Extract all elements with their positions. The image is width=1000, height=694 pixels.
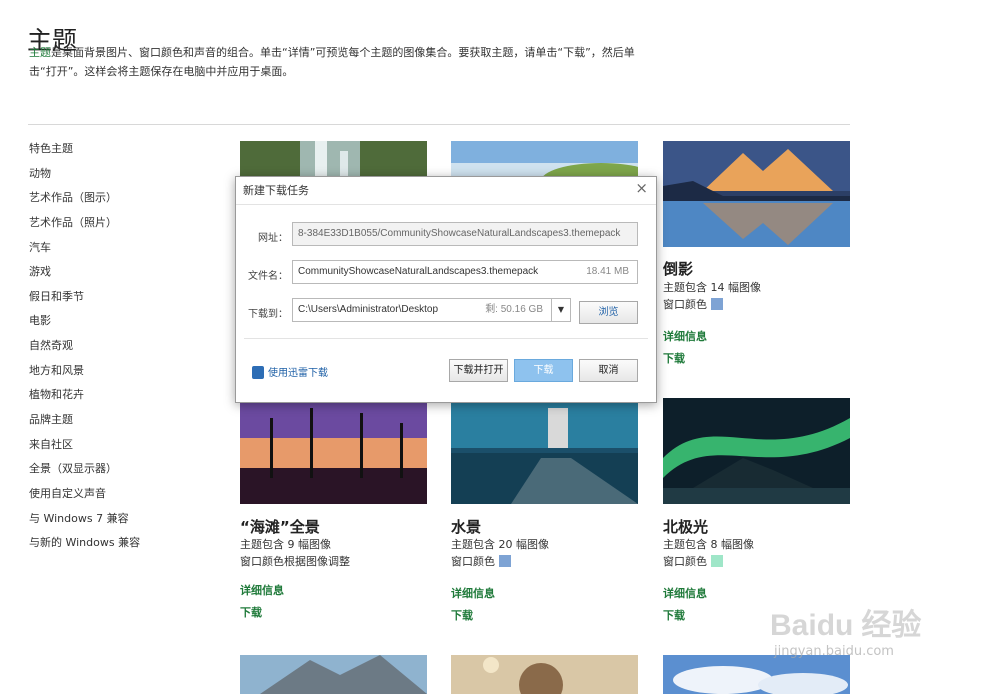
close-icon[interactable]: × (635, 180, 648, 196)
details-link[interactable]: 详细信息 (451, 585, 495, 601)
theme-image-count: 主题包含 9 幅图像 (240, 538, 331, 551)
divider (28, 124, 850, 125)
download-link[interactable]: 下载 (240, 604, 262, 620)
color-swatch (711, 555, 723, 567)
category-item[interactable]: 来自社区 (29, 435, 140, 460)
theme-image-count: 主题包含 8 幅图像 (663, 538, 754, 551)
theme-title: 水景 (451, 518, 482, 536)
dialog-divider (236, 204, 656, 205)
theme-thumbnail-reflection[interactable] (663, 141, 850, 247)
watermark-url: jingyan.baidu.com (774, 644, 894, 659)
download-link[interactable]: 下载 (663, 350, 685, 366)
saveto-label: 下载到： (248, 309, 288, 320)
details-link[interactable]: 详细信息 (663, 328, 707, 344)
details-link[interactable]: 详细信息 (240, 582, 284, 598)
theme-thumbnail-bokeh[interactable] (451, 655, 638, 694)
theme-window-color: 窗口颜色 (663, 296, 723, 312)
filesize-label: 18.41 MB (586, 266, 629, 277)
color-swatch (499, 555, 511, 567)
url-label: 网址： (258, 233, 288, 244)
filename-value: CommunityShowcaseNaturalLandscapes3.them… (298, 266, 539, 277)
watermark-brand2: du (816, 609, 854, 642)
browse-button[interactable]: 浏览 (579, 301, 638, 324)
category-item[interactable]: 自然奇观 (29, 336, 140, 361)
category-item[interactable]: 植物和花卉 (29, 385, 140, 410)
download-link[interactable]: 下载 (451, 607, 473, 623)
category-item[interactable]: 艺术作品（照片） (29, 213, 140, 238)
intro-highlight-link[interactable]: 主题 (29, 46, 51, 59)
category-item[interactable]: 游戏 (29, 262, 140, 287)
category-item[interactable]: 品牌主题 (29, 410, 140, 435)
theme-thumbnail-beach[interactable] (240, 398, 427, 504)
saveto-field[interactable]: C:\Users\Administrator\Desktop 剩: 50.16 G… (292, 298, 552, 322)
thunder-download-link[interactable]: 使用迅雷下载 (252, 364, 328, 379)
watermark-cn: 经验 (861, 609, 922, 642)
filename-field[interactable]: CommunityShowcaseNaturalLandscapes3.them… (292, 260, 638, 284)
category-item[interactable]: 假日和季节 (29, 287, 140, 312)
download-button[interactable]: 下载 (514, 359, 573, 382)
theme-title: “海滩”全景 (240, 518, 320, 536)
theme-thumbnail-water[interactable] (451, 398, 638, 504)
category-item[interactable]: 特色主题 (29, 139, 140, 164)
category-item[interactable]: 汽车 (29, 238, 140, 263)
category-item[interactable]: 全景（双显示器） (29, 459, 140, 484)
chevron-down-icon[interactable]: ▼ (551, 298, 571, 322)
watermark-brand: Bai (770, 609, 817, 642)
theme-window-color: 窗口颜色 (663, 553, 723, 569)
filename-label: 文件名： (248, 271, 288, 282)
theme-image-count: 主题包含 20 幅图像 (451, 538, 549, 551)
theme-thumbnail-mountain[interactable] (240, 655, 427, 694)
download-link[interactable]: 下载 (663, 607, 685, 623)
cancel-button[interactable]: 取消 (579, 359, 638, 382)
theme-title: 倒影 (663, 260, 694, 278)
category-sidebar: 特色主题 动物 艺术作品（图示） 艺术作品（照片） 汽车 游戏 假日和季节 电影… (29, 139, 140, 558)
category-item[interactable]: 使用自定义声音 (29, 484, 140, 509)
dialog-title: 新建下载任务 (243, 184, 309, 197)
free-space-label: 剩: 50.16 GB (485, 304, 543, 315)
saveto-value: C:\Users\Administrator\Desktop (298, 304, 439, 315)
intro-text: 是桌面背景图片、窗口颜色和声音的组合。单击“详情”可预览每个主题的图像集合。要获… (29, 46, 635, 78)
category-item[interactable]: 地方和风景 (29, 361, 140, 386)
theme-image-count: 主题包含 14 幅图像 (663, 281, 761, 294)
download-dialog: 新建下载任务 × 网址： 8-384E33D1B055/CommunitySho… (235, 176, 657, 403)
color-swatch (711, 298, 723, 310)
category-item[interactable]: 动物 (29, 164, 140, 189)
category-item[interactable]: 与 Windows 7 兼容 (29, 509, 140, 534)
download-and-open-button[interactable]: 下载并打开 (449, 359, 508, 382)
url-field[interactable]: 8-384E33D1B055/CommunityShowcaseNaturalL… (292, 222, 638, 246)
dialog-divider (244, 338, 648, 339)
intro-paragraph: 主题是桌面背景图片、窗口颜色和声音的组合。单击“详情”可预览每个主题的图像集合。… (29, 43, 649, 81)
theme-title: 北极光 (663, 518, 709, 536)
theme-window-color: 窗口颜色根据图像调整 (240, 555, 350, 568)
theme-thumbnail-clouds[interactable] (663, 655, 850, 694)
theme-window-color: 窗口颜色 (451, 553, 511, 569)
category-item[interactable]: 与新的 Windows 兼容 (29, 533, 140, 558)
baidu-watermark: Baidu 经验 jingyan.baidu.com (770, 600, 921, 659)
category-item[interactable]: 艺术作品（图示） (29, 188, 140, 213)
details-link[interactable]: 详细信息 (663, 585, 707, 601)
theme-thumbnail-aurora[interactable] (663, 398, 850, 504)
thunder-icon (252, 366, 264, 379)
category-item[interactable]: 电影 (29, 311, 140, 336)
